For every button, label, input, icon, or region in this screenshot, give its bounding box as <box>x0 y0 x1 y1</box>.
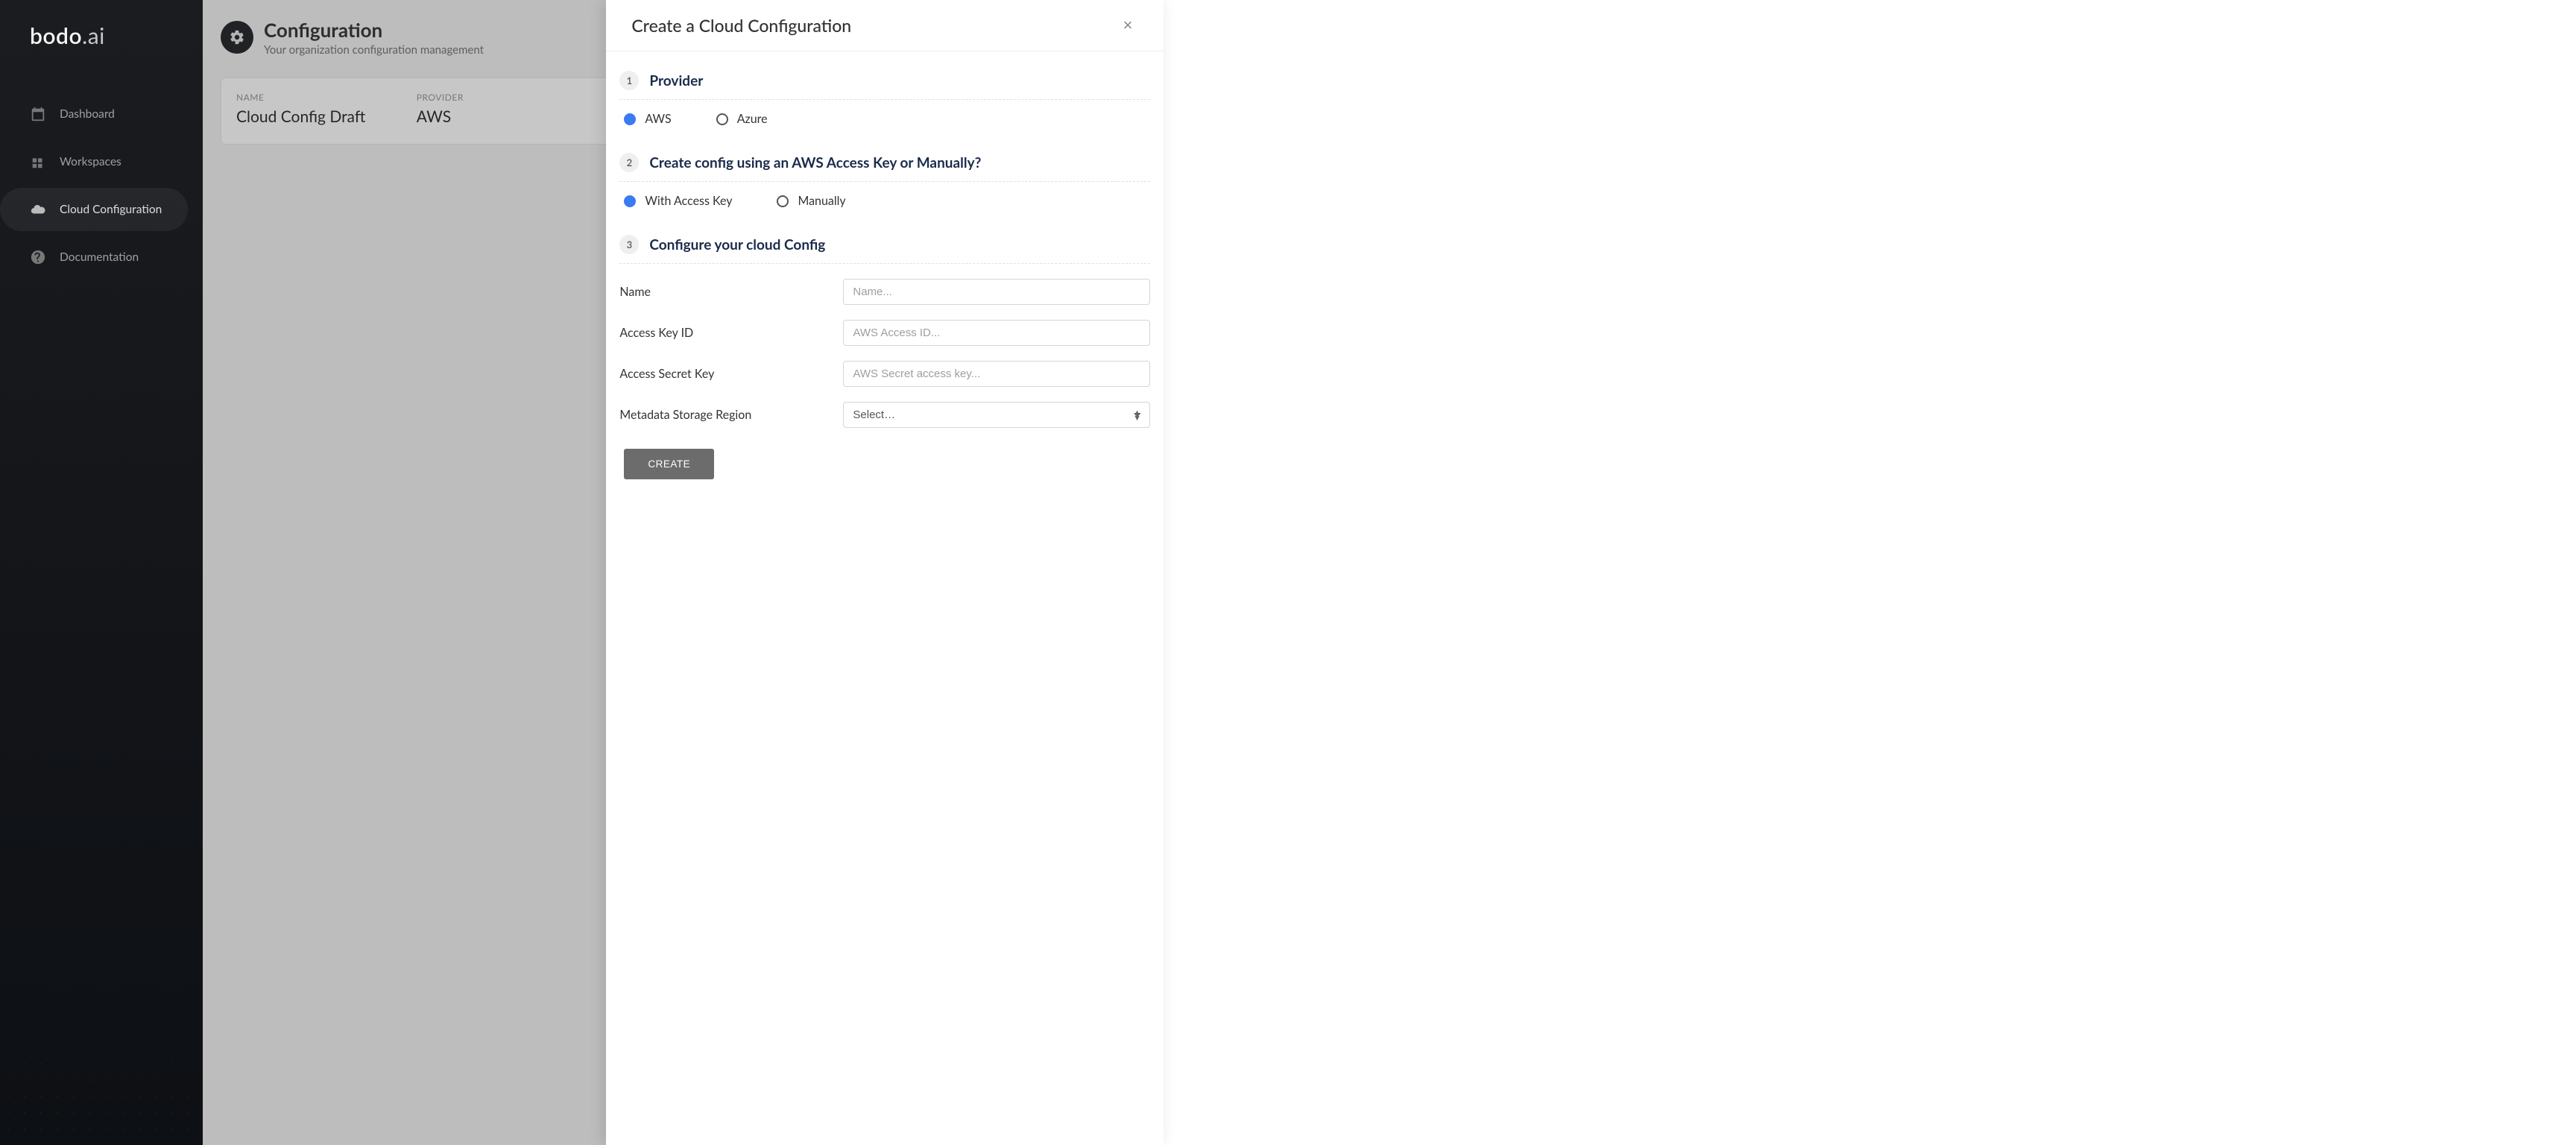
metadata-region-label: Metadata Storage Region <box>619 408 843 422</box>
main-content: Configuration Your organization configur… <box>203 0 1164 1145</box>
radio-label: AWS <box>645 112 671 126</box>
access-key-id-label: Access Key ID <box>619 326 843 340</box>
drawer-title: Create a Cloud Configuration <box>631 15 851 36</box>
create-config-drawer: Create a Cloud Configuration × 1 Provide… <box>606 0 1164 1145</box>
access-secret-key-input[interactable] <box>843 361 1150 387</box>
radio-label: Manually <box>798 194 845 208</box>
radio-dot-icon <box>777 195 789 207</box>
close-icon: × <box>1123 16 1133 35</box>
brand-suffix: .ai <box>82 22 105 49</box>
name-label: Name <box>619 285 843 299</box>
calendar-icon <box>30 106 46 122</box>
sidebar-item-documentation[interactable]: Documentation <box>0 236 188 279</box>
metadata-region-select[interactable]: Select… <box>843 402 1150 428</box>
step-header-configure: 3 Configure your cloud Config <box>619 221 1150 264</box>
radio-aws[interactable]: AWS <box>624 112 671 126</box>
radio-dot-icon <box>716 113 728 125</box>
drawer-header: Create a Cloud Configuration × <box>606 0 1164 51</box>
provider-radio-group: AWS Azure <box>619 100 1150 139</box>
sidebar: bodo.ai Dashboard Workspaces <box>0 0 203 1145</box>
sidebar-nav: Dashboard Workspaces Cloud Configuration <box>0 88 203 283</box>
sidebar-item-cloud-configuration[interactable]: Cloud Configuration <box>0 188 188 231</box>
radio-label: Azure <box>737 112 768 126</box>
brand-logo: bodo.ai <box>0 0 203 72</box>
sidebar-item-label: Workspaces <box>60 155 121 168</box>
close-button[interactable]: × <box>1117 15 1138 36</box>
step-title: Create config using an AWS Access Key or… <box>649 154 981 171</box>
sidebar-item-label: Dashboard <box>60 107 115 121</box>
brand-name: bodo <box>30 22 82 49</box>
help-circle-icon <box>30 249 46 265</box>
sidebar-item-dashboard[interactable]: Dashboard <box>0 92 188 136</box>
config-form: Name Access Key ID Access Secret Key <box>619 264 1150 479</box>
step-number: 1 <box>619 71 639 90</box>
step-number: 3 <box>619 235 639 254</box>
sidebar-item-label: Cloud Configuration <box>60 203 162 216</box>
radio-label: With Access Key <box>645 194 732 208</box>
drawer-body: 1 Provider AWS Azure <box>606 51 1164 497</box>
radio-manually[interactable]: Manually <box>777 194 845 208</box>
radio-dot-icon <box>624 195 636 207</box>
access-key-id-input[interactable] <box>843 320 1150 346</box>
method-radio-group: With Access Key Manually <box>619 182 1150 221</box>
workspaces-icon <box>30 154 46 170</box>
name-input[interactable] <box>843 279 1150 305</box>
access-secret-key-label: Access Secret Key <box>619 367 843 381</box>
sidebar-item-label: Documentation <box>60 250 139 264</box>
create-button[interactable]: CREATE <box>624 449 714 479</box>
radio-with-access-key[interactable]: With Access Key <box>624 194 732 208</box>
cloud-icon <box>30 201 46 218</box>
step-header-method: 2 Create config using an AWS Access Key … <box>619 139 1150 182</box>
step-title: Provider <box>649 72 703 89</box>
step-number: 2 <box>619 153 639 172</box>
radio-azure[interactable]: Azure <box>716 112 768 126</box>
step-title: Configure your cloud Config <box>649 236 825 253</box>
radio-dot-icon <box>624 113 636 125</box>
step-header-provider: 1 Provider <box>619 57 1150 100</box>
sidebar-decoration <box>0 1056 203 1145</box>
sidebar-item-workspaces[interactable]: Workspaces <box>0 140 188 183</box>
